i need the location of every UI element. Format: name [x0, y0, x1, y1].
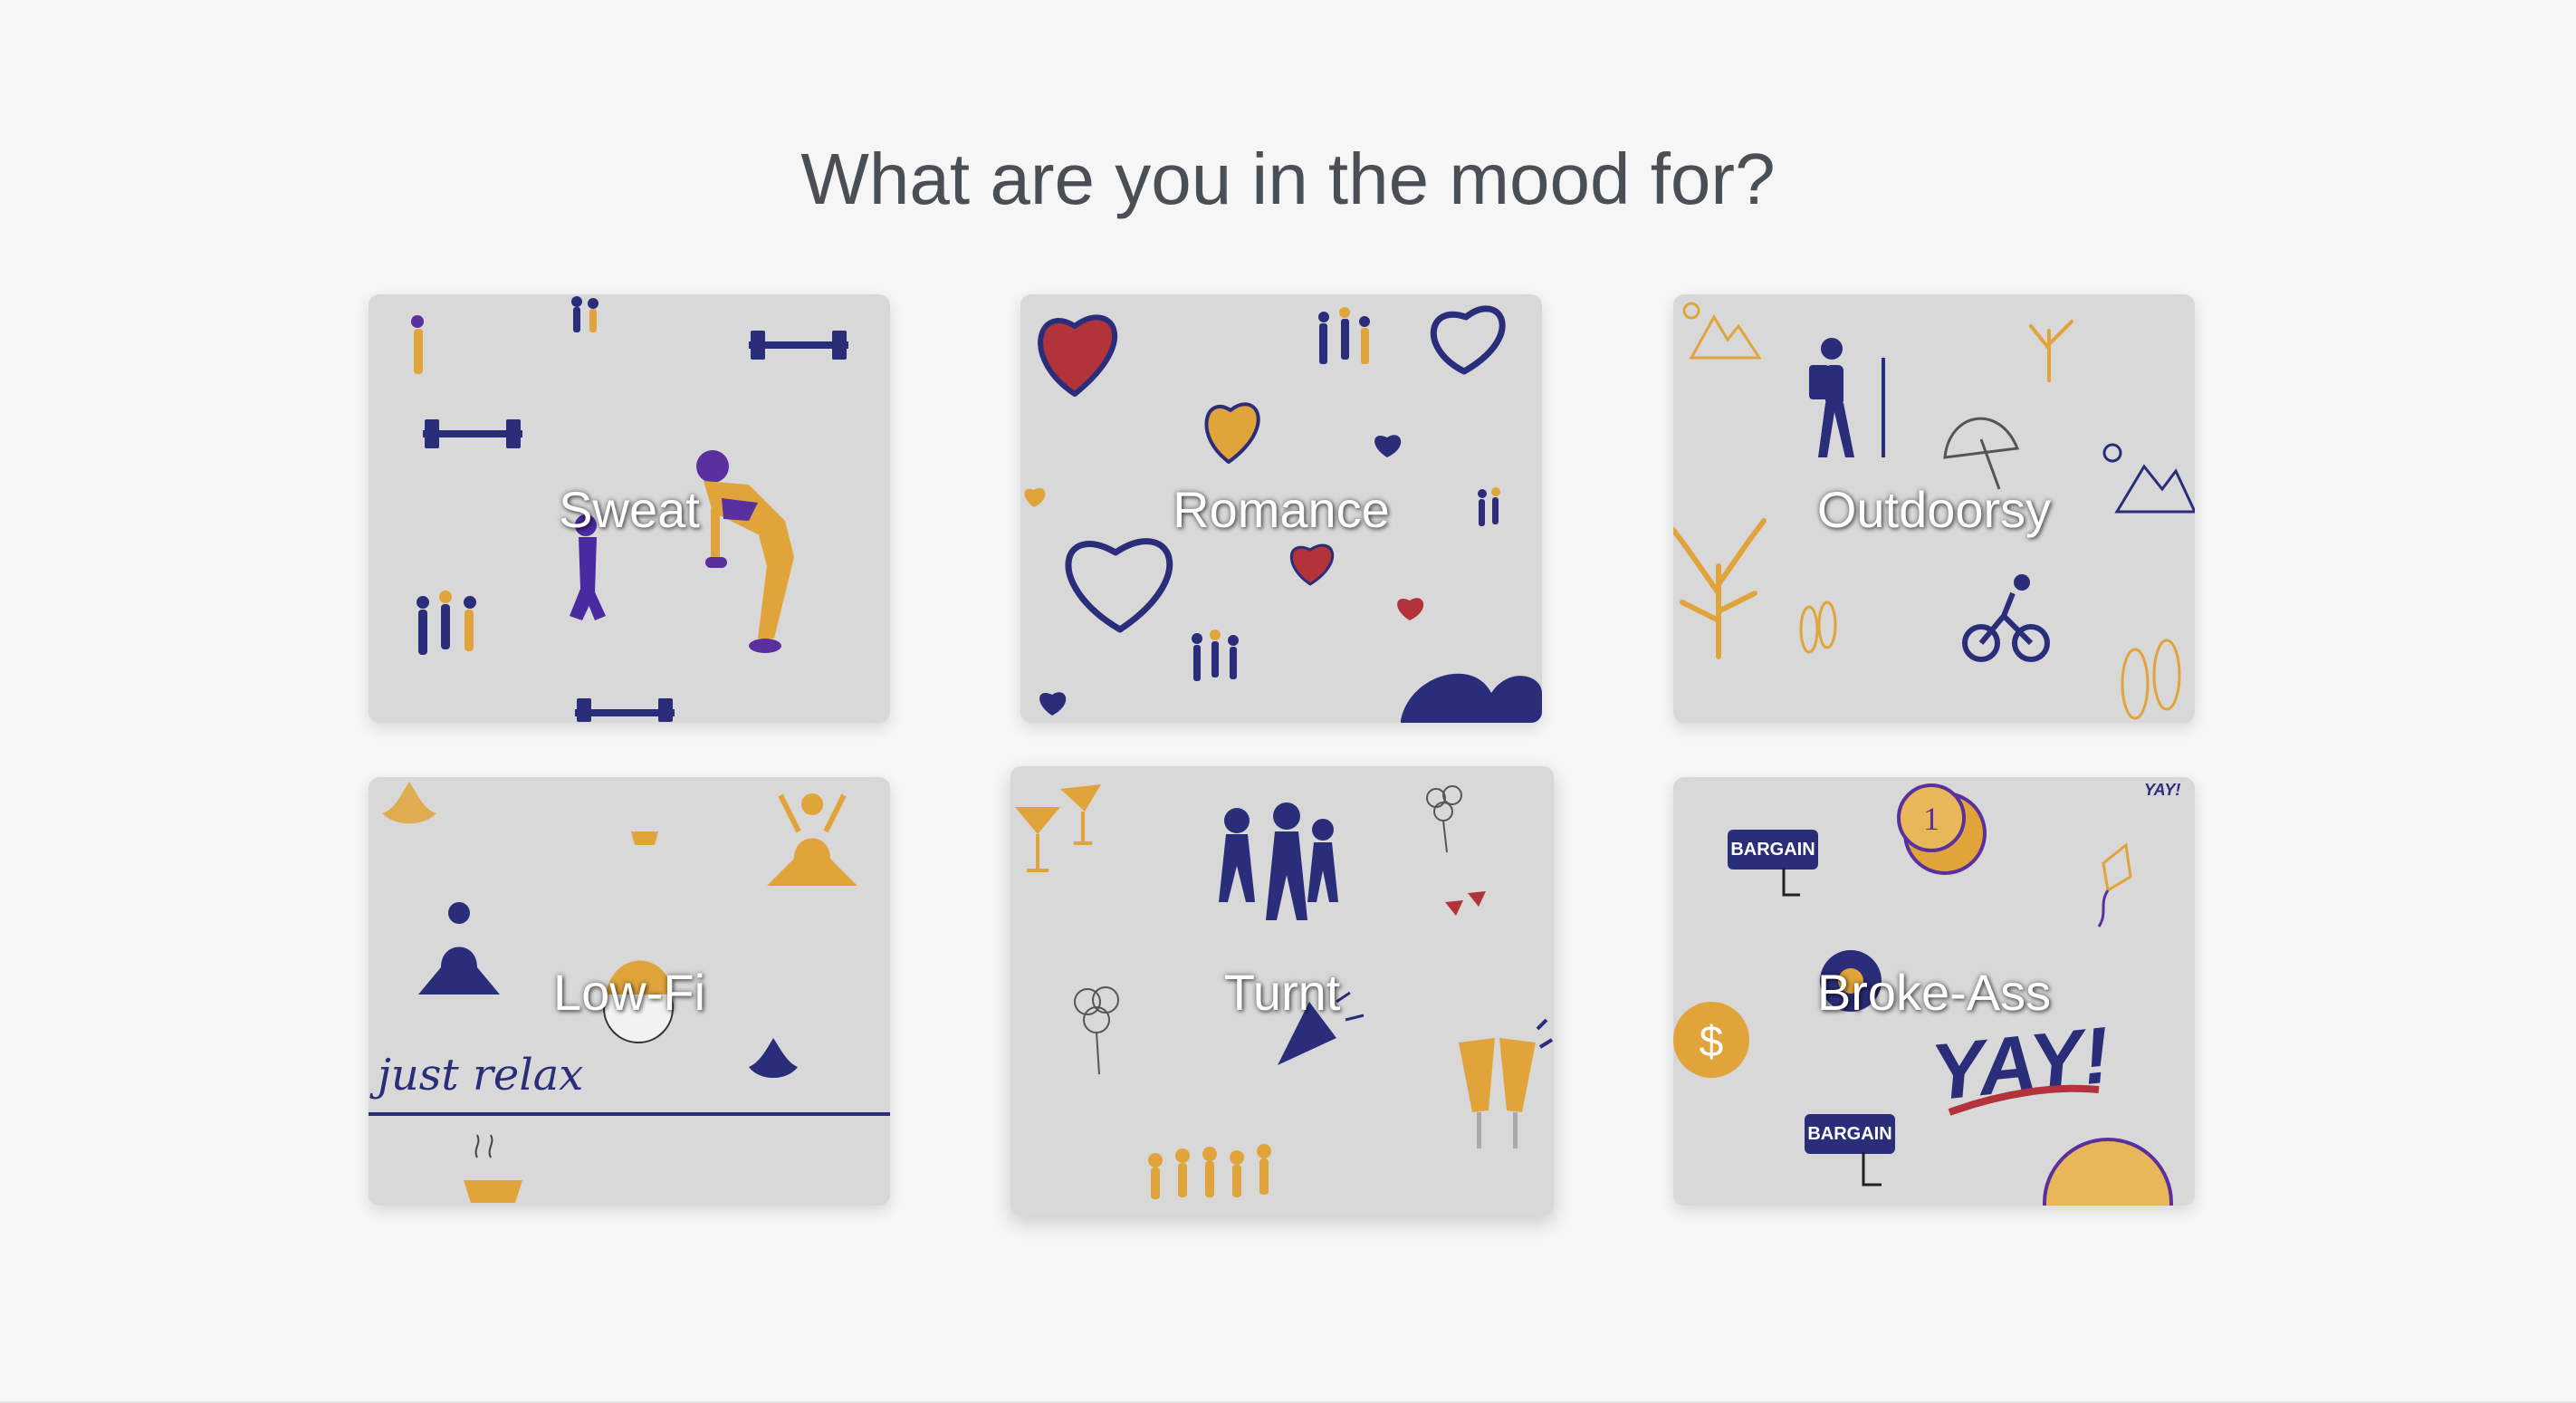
- dancers-icon: [1219, 802, 1338, 920]
- mood-label-outdoorsy: Outdoorsy: [1816, 481, 2052, 538]
- kite-icon: [2097, 842, 2132, 927]
- page-title: What are you in the mood for?: [800, 139, 1776, 219]
- mood-card-low-fi[interactable]: just relax Low-Fi: [369, 777, 890, 1206]
- mood-card-romance[interactable]: Romance: [1020, 294, 1542, 723]
- mood-card-outdoorsy[interactable]: Outdoorsy: [1673, 294, 2195, 723]
- mood-card-broke-ass[interactable]: BARGAIN BARGAIN 1 $ YAY! YAY! Broke-Ass: [1673, 777, 2195, 1206]
- dancing-crowd-icon: [1148, 1144, 1271, 1199]
- svg-text:YAY!: YAY!: [2144, 781, 2180, 799]
- mood-label-broke-ass: Broke-Ass: [1816, 964, 2052, 1021]
- hiker-icon: [1809, 338, 1885, 457]
- flip-flops-icon: [1799, 601, 2181, 720]
- cyclist-icon: [1962, 574, 2050, 662]
- umbrella-icon: [1943, 417, 2020, 490]
- relax-script-text: just relax: [369, 1050, 890, 1116]
- mood-card-turnt[interactable]: Turnt: [1010, 766, 1554, 1216]
- mood-card-sweat[interactable]: Sweat: [369, 294, 890, 723]
- mood-label-romance: Romance: [1173, 481, 1390, 538]
- mood-label-sweat: Sweat: [559, 481, 700, 538]
- lotus-icon: [382, 782, 798, 1078]
- svg-text:1: 1: [1923, 801, 1939, 837]
- svg-text:YAY!: YAY!: [1927, 1009, 2113, 1117]
- svg-text:BARGAIN: BARGAIN: [1807, 1124, 1891, 1144]
- svg-text:$: $: [1700, 1018, 1724, 1066]
- champagne-glasses-icon: [1459, 1018, 1554, 1148]
- mood-label-turnt: Turnt: [1223, 964, 1341, 1021]
- svg-text:just relax: just relax: [369, 1050, 583, 1100]
- mood-label-low-fi: Low-Fi: [552, 964, 706, 1021]
- balloons-icon: [1074, 785, 1462, 1075]
- sun-icon: [1682, 302, 2122, 463]
- svg-text:BARGAIN: BARGAIN: [1730, 840, 1815, 860]
- runners-icon: [411, 296, 599, 655]
